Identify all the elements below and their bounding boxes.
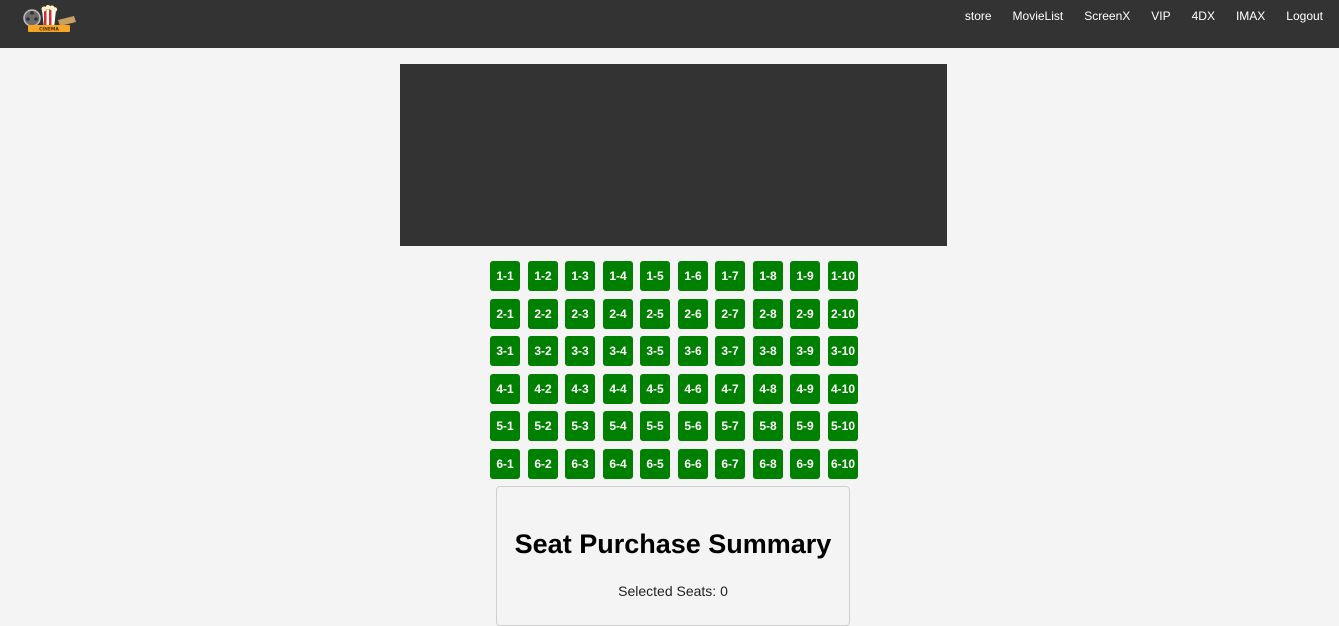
seat-5-4[interactable]: 5-4	[603, 411, 633, 441]
navbar: CINEMA store MovieList ScreenX VIP 4DX I…	[0, 0, 1339, 48]
nav-link-imax[interactable]: IMAX	[1236, 9, 1265, 23]
nav-links: store MovieList ScreenX VIP 4DX IMAX Log…	[944, 0, 1323, 32]
seat-3-6[interactable]: 3-6	[678, 336, 708, 366]
nav-link-store[interactable]: store	[965, 9, 992, 23]
seat-3-8[interactable]: 3-8	[753, 336, 783, 366]
seat-6-1[interactable]: 6-1	[490, 449, 520, 479]
seat-2-1[interactable]: 2-1	[490, 299, 520, 329]
seat-2-3[interactable]: 2-3	[565, 299, 595, 329]
seat-4-6[interactable]: 4-6	[678, 374, 708, 404]
seat-1-4[interactable]: 1-4	[603, 261, 633, 291]
seat-3-10[interactable]: 3-10	[828, 336, 858, 366]
seat-5-6[interactable]: 5-6	[678, 411, 708, 441]
seat-3-4[interactable]: 3-4	[603, 336, 633, 366]
seat-4-8[interactable]: 4-8	[753, 374, 783, 404]
seat-6-3[interactable]: 6-3	[565, 449, 595, 479]
selected-seats-label: Selected Seats:	[618, 583, 721, 599]
seat-4-3[interactable]: 4-3	[565, 374, 595, 404]
seat-5-10[interactable]: 5-10	[828, 411, 858, 441]
movie-screen	[400, 64, 947, 246]
seat-3-3[interactable]: 3-3	[565, 336, 595, 366]
seat-6-4[interactable]: 6-4	[603, 449, 633, 479]
seat-2-10[interactable]: 2-10	[828, 299, 858, 329]
seat-4-1[interactable]: 4-1	[490, 374, 520, 404]
nav-link-screenx[interactable]: ScreenX	[1084, 9, 1130, 23]
seat-5-1[interactable]: 5-1	[490, 411, 520, 441]
seat-5-3[interactable]: 5-3	[565, 411, 595, 441]
nav-link-vip[interactable]: VIP	[1151, 9, 1170, 23]
nav-link-4dx[interactable]: 4DX	[1192, 9, 1215, 23]
seat-6-10[interactable]: 6-10	[828, 449, 858, 479]
seat-5-8[interactable]: 5-8	[753, 411, 783, 441]
seat-5-5[interactable]: 5-5	[640, 411, 670, 441]
selected-seats-count: 0	[720, 583, 728, 599]
seat-2-9[interactable]: 2-9	[790, 299, 820, 329]
nav-link-logout[interactable]: Logout	[1286, 9, 1323, 23]
selected-seats-line: Selected Seats: 0	[497, 583, 849, 599]
seat-5-7[interactable]: 5-7	[715, 411, 745, 441]
seat-6-5[interactable]: 6-5	[640, 449, 670, 479]
seat-4-9[interactable]: 4-9	[790, 374, 820, 404]
seat-2-7[interactable]: 2-7	[715, 299, 745, 329]
seat-6-7[interactable]: 6-7	[715, 449, 745, 479]
seat-3-7[interactable]: 3-7	[715, 336, 745, 366]
seat-6-8[interactable]: 6-8	[753, 449, 783, 479]
seat-3-9[interactable]: 3-9	[790, 336, 820, 366]
seat-1-5[interactable]: 1-5	[640, 261, 670, 291]
nav-link-movielist[interactable]: MovieList	[1013, 9, 1064, 23]
seat-1-8[interactable]: 1-8	[753, 261, 783, 291]
seat-4-5[interactable]: 4-5	[640, 374, 670, 404]
cinema-logo-icon: CINEMA	[23, 5, 76, 33]
seat-5-2[interactable]: 5-2	[528, 411, 558, 441]
seat-6-2[interactable]: 6-2	[528, 449, 558, 479]
seat-1-3[interactable]: 1-3	[565, 261, 595, 291]
cinema-logo[interactable]: CINEMA	[22, 4, 82, 34]
seat-2-2[interactable]: 2-2	[528, 299, 558, 329]
seat-6-9[interactable]: 6-9	[790, 449, 820, 479]
summary-title: Seat Purchase Summary	[514, 529, 832, 559]
seat-3-1[interactable]: 3-1	[490, 336, 520, 366]
seat-6-6[interactable]: 6-6	[678, 449, 708, 479]
seat-2-8[interactable]: 2-8	[753, 299, 783, 329]
seat-1-10[interactable]: 1-10	[828, 261, 858, 291]
seat-1-7[interactable]: 1-7	[715, 261, 745, 291]
seat-4-4[interactable]: 4-4	[603, 374, 633, 404]
seat-1-2[interactable]: 1-2	[528, 261, 558, 291]
seat-2-4[interactable]: 2-4	[603, 299, 633, 329]
seat-4-2[interactable]: 4-2	[528, 374, 558, 404]
seat-1-6[interactable]: 1-6	[678, 261, 708, 291]
seat-1-9[interactable]: 1-9	[790, 261, 820, 291]
seat-3-5[interactable]: 3-5	[640, 336, 670, 366]
seat-4-7[interactable]: 4-7	[715, 374, 745, 404]
seat-2-5[interactable]: 2-5	[640, 299, 670, 329]
seat-1-1[interactable]: 1-1	[490, 261, 520, 291]
seat-3-2[interactable]: 3-2	[528, 336, 558, 366]
seat-5-9[interactable]: 5-9	[790, 411, 820, 441]
seat-4-10[interactable]: 4-10	[828, 374, 858, 404]
logo-text: CINEMA	[39, 27, 59, 33]
seat-2-6[interactable]: 2-6	[678, 299, 708, 329]
seat-purchase-summary: Seat Purchase Summary Selected Seats: 0	[496, 486, 850, 626]
